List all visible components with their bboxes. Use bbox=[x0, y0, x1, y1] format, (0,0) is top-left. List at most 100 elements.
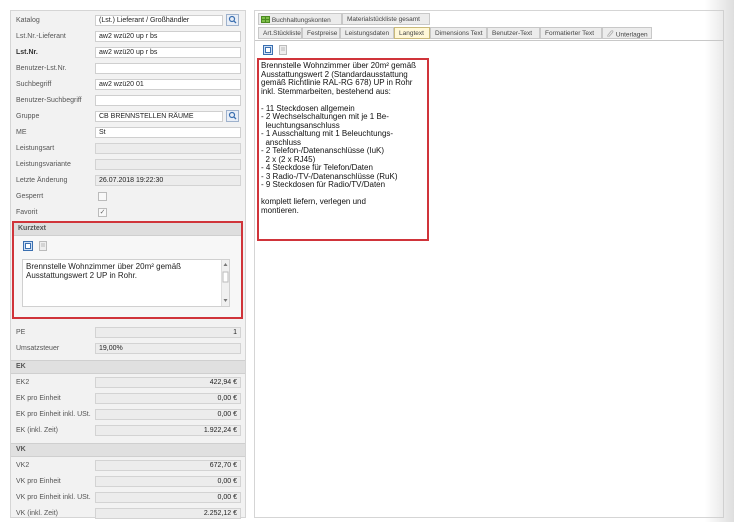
field-ek-inkl-zeit: EK (inkl. Zeit) 1.922,24 € bbox=[11, 423, 245, 439]
grid-icon bbox=[261, 16, 270, 25]
field-pe: PE 1 bbox=[11, 325, 245, 341]
field-label: Lst.Nr.-Lieferant bbox=[16, 33, 66, 40]
field-letzte-aenderung: Letzte Änderung 26.07.2018 19:22:30 bbox=[11, 173, 245, 189]
field-label: Gruppe bbox=[16, 113, 40, 120]
field-label: ME bbox=[16, 129, 27, 136]
field-label: Lst.Nr. bbox=[16, 49, 38, 56]
ek-title: EK bbox=[16, 363, 26, 370]
field-label: VK pro Einheit inkl. USt. bbox=[16, 494, 91, 501]
lst-nr-lieferant-field[interactable]: aw2 wzü20 up r bs bbox=[95, 31, 241, 42]
field-label: EK pro Einheit inkl. USt. bbox=[16, 411, 91, 418]
window: Katalog (Lst.) Lieferant / Großhändler L… bbox=[0, 0, 734, 522]
kurztext-box: Kurztext Brennstelle Wohnzimmer über 20m… bbox=[12, 221, 243, 319]
vk-pro-einheit-ust-value: 0,00 € bbox=[95, 492, 241, 503]
lookup-icon[interactable] bbox=[226, 14, 239, 26]
kurztext-scrollbar[interactable] bbox=[221, 260, 229, 306]
field-gruppe: Gruppe CB BRENNSTELLEN RÄUME bbox=[11, 109, 245, 125]
field-vk-inkl-zeit: VK (inkl. Zeit) 2.252,12 € bbox=[11, 506, 245, 522]
leistungsvariante-field[interactable] bbox=[95, 159, 241, 170]
tab-unterlagen[interactable]: Unterlagen bbox=[602, 27, 652, 39]
lst-nr-field[interactable]: aw2 wzü20 up r bs bbox=[95, 47, 241, 58]
field-ek-pro-einheit-ust: EK pro Einheit inkl. USt. 0,00 € bbox=[11, 407, 245, 423]
letzte-aenderung-field: 26.07.2018 19:22:30 bbox=[95, 175, 241, 186]
tab-dimensions-text[interactable]: Dimensions Text bbox=[430, 27, 487, 39]
field-vk2: VK2 672,70 € bbox=[11, 458, 245, 474]
vk2-value: 672,70 € bbox=[95, 460, 241, 471]
tab-label: Unterlagen bbox=[615, 31, 648, 39]
field-suchbegriff: Suchbegriff aw2 wzü20 01 bbox=[11, 77, 245, 93]
suchbegriff-field[interactable]: aw2 wzü20 01 bbox=[95, 79, 241, 90]
tab-label: Dimensions Text bbox=[435, 30, 483, 37]
ek2-value: 422,94 € bbox=[95, 377, 241, 388]
document-icon[interactable] bbox=[278, 45, 287, 57]
field-vk-pro-einheit: VK pro Einheit 0,00 € bbox=[11, 474, 245, 490]
tab-langtext[interactable]: Langtext bbox=[394, 27, 430, 39]
langtext-box[interactable]: Brennstelle Wohnzimmer über 20m² gemäß A… bbox=[257, 58, 429, 241]
field-leistungsart: Leistungsart bbox=[11, 141, 245, 157]
ek-inkl-zeit-value: 1.922,24 € bbox=[95, 425, 241, 436]
tab-label: Art.Stückliste bbox=[263, 30, 301, 37]
field-me: ME St bbox=[11, 125, 245, 141]
field-label: Favorit bbox=[16, 209, 38, 216]
benutzer-lst-nr-field[interactable] bbox=[95, 63, 241, 74]
field-label: VK2 bbox=[16, 462, 30, 469]
tab-label: Festpreise bbox=[307, 30, 338, 37]
field-lst-nr: Lst.Nr. aw2 wzü20 up r bs bbox=[11, 45, 245, 61]
tab-leistungsdaten[interactable]: Leistungsdaten bbox=[340, 27, 394, 39]
field-label: Gesperrt bbox=[16, 193, 44, 200]
field-ek2: EK2 422,94 € bbox=[11, 375, 245, 391]
tab-divider bbox=[255, 40, 723, 41]
field-umsatzsteuer: Umsatzsteuer 19,00% bbox=[11, 341, 245, 357]
langtext-text: Brennstelle Wohnzimmer über 20m² gemäß A… bbox=[261, 61, 417, 215]
tab-art-stueckliste[interactable]: Art.Stückliste bbox=[258, 27, 302, 39]
tab-label: Buchhaltungskonten bbox=[271, 17, 331, 25]
field-favorit: Favorit ✓ bbox=[11, 205, 245, 221]
tab-label: Formatierter Text bbox=[545, 30, 595, 37]
ek-section-header: EK bbox=[11, 360, 245, 374]
tab-festpreise[interactable]: Festpreise bbox=[302, 27, 340, 39]
umsatzsteuer-field: 19,00% bbox=[95, 343, 241, 354]
article-details-panel: Katalog (Lst.) Lieferant / Großhändler L… bbox=[10, 10, 246, 519]
benutzer-suchbegriff-field[interactable] bbox=[95, 95, 241, 106]
favorit-checkbox[interactable]: ✓ bbox=[98, 208, 107, 217]
leistungsart-field[interactable] bbox=[95, 143, 241, 154]
paperclip-icon bbox=[607, 30, 614, 40]
kurztext-header: Kurztext bbox=[14, 223, 241, 236]
gruppe-field[interactable]: CB BRENNSTELLEN RÄUME bbox=[95, 111, 223, 122]
katalog-field[interactable]: (Lst.) Lieferant / Großhändler bbox=[95, 15, 223, 26]
field-label: Leistungsvariante bbox=[16, 161, 71, 168]
field-label: Suchbegriff bbox=[16, 81, 52, 88]
tab-label: Materialstückliste gesamt bbox=[347, 16, 420, 23]
gesperrt-checkbox[interactable] bbox=[98, 192, 107, 201]
field-katalog: Katalog (Lst.) Lieferant / Großhändler bbox=[11, 13, 245, 29]
field-label: Katalog bbox=[16, 17, 40, 24]
field-label: EK (inkl. Zeit) bbox=[16, 427, 59, 434]
field-label: Benutzer-Suchbegriff bbox=[16, 97, 82, 104]
field-gesperrt: Gesperrt bbox=[11, 189, 245, 205]
field-ek-pro-einheit: EK pro Einheit 0,00 € bbox=[11, 391, 245, 407]
vk-title: VK bbox=[16, 446, 26, 453]
tab-buchhaltungskonten[interactable]: Buchhaltungskonten bbox=[258, 13, 342, 25]
field-label: Leistungsart bbox=[16, 145, 55, 152]
field-label: EK pro Einheit bbox=[16, 395, 61, 402]
field-label: Letzte Änderung bbox=[16, 177, 68, 184]
vk-inkl-zeit-value: 2.252,12 € bbox=[95, 508, 241, 519]
field-benutzer-lst-nr: Benutzer-Lst.Nr. bbox=[11, 61, 245, 77]
tab-benutzer-text[interactable]: Benutzer-Text bbox=[487, 27, 540, 39]
field-vk-pro-einheit-ust: VK pro Einheit inkl. USt. 0,00 € bbox=[11, 490, 245, 506]
kurztext-title: Kurztext bbox=[18, 225, 47, 232]
field-lst-nr-lieferant: Lst.Nr.-Lieferant aw2 wzü20 up r bs bbox=[11, 29, 245, 45]
field-label: VK pro Einheit bbox=[16, 478, 61, 485]
field-leistungsvariante: Leistungsvariante bbox=[11, 157, 245, 173]
document-icon[interactable] bbox=[38, 241, 47, 253]
me-field[interactable]: St bbox=[95, 127, 241, 138]
tab-formatierter-text[interactable]: Formatierter Text bbox=[540, 27, 602, 39]
field-benutzer-suchbegriff: Benutzer-Suchbegriff bbox=[11, 93, 245, 109]
lookup-icon[interactable] bbox=[226, 110, 239, 122]
edit-icon[interactable] bbox=[263, 45, 273, 57]
kurztext-textarea[interactable]: Brennstelle Wohnzimmer über 20m² gemäß A… bbox=[22, 259, 230, 307]
tab-label: Benutzer-Text bbox=[492, 30, 533, 37]
langtext-toolbar bbox=[263, 45, 287, 57]
edit-icon[interactable] bbox=[23, 241, 33, 253]
tab-materialstueckliste-gesamt[interactable]: Materialstückliste gesamt bbox=[342, 13, 430, 25]
